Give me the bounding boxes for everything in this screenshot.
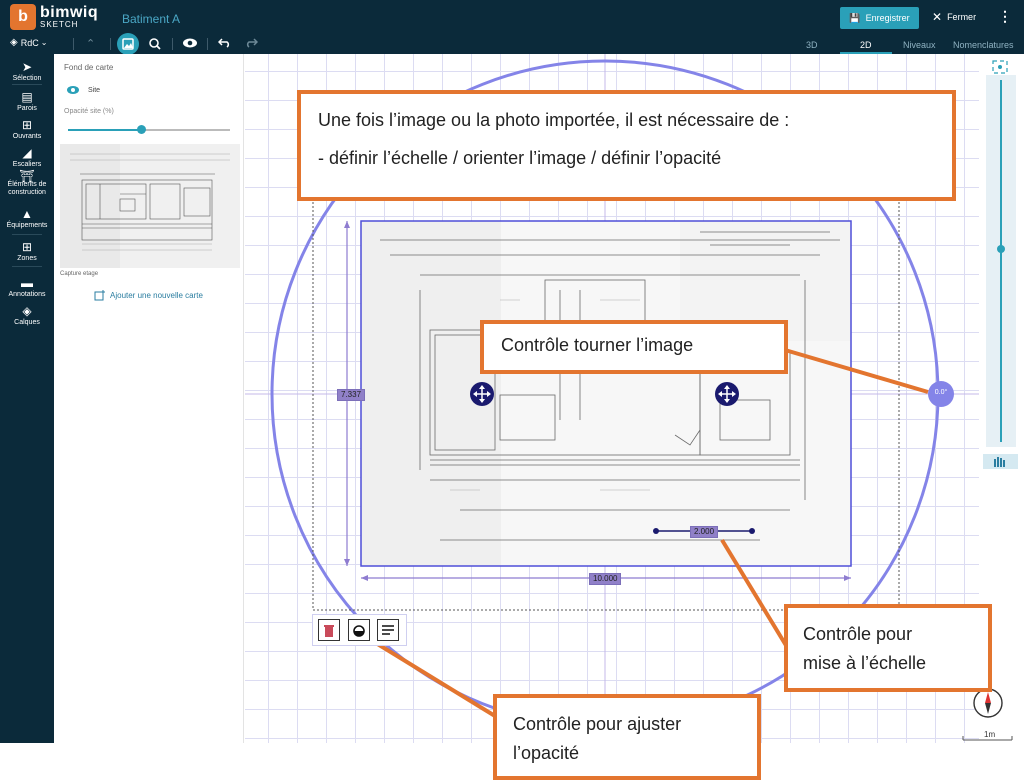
- opacity-drop-icon: [353, 625, 365, 637]
- scale-bar-label: 1m: [984, 730, 996, 739]
- compass-icon[interactable]: [973, 688, 1003, 718]
- image-tools-group: [312, 614, 407, 646]
- callout-scale-line1: Contrôle pour: [803, 624, 913, 644]
- opacity-control-button[interactable]: [348, 619, 370, 641]
- callout-opacity-line1: Contrôle pour ajuster: [513, 714, 682, 734]
- callout-intro-line2: - définir l’échelle / orienter l’image /…: [318, 147, 722, 168]
- zoom-slider-knob[interactable]: [997, 245, 1005, 253]
- callout-opacity-line2: l’opacité: [513, 742, 580, 763]
- scale-handle-left[interactable]: [653, 528, 659, 534]
- rotation-value: 0.0°: [934, 389, 948, 396]
- callout-scale-line2: mise à l’échelle: [803, 652, 927, 673]
- scale-handle-right[interactable]: [749, 528, 755, 534]
- list-icon: [382, 625, 394, 635]
- delete-image-button[interactable]: [318, 619, 340, 641]
- move-handle-right-icon[interactable]: [715, 382, 739, 406]
- callout-rotate: Contrôle tourner l’image: [480, 320, 788, 374]
- image-properties-button[interactable]: [377, 619, 399, 641]
- callout-intro: Une fois l’image ou la photo importée, i…: [297, 90, 956, 201]
- callout-rotate-text: Contrôle tourner l’image: [501, 335, 694, 355]
- callout-opacity: Contrôle pour ajuster l’opacité: [493, 694, 761, 780]
- height-dimension-label: 7.337: [337, 389, 366, 401]
- callout-intro-line1: Une fois l’image ou la photo importée, i…: [318, 110, 790, 130]
- move-handle-left-icon[interactable]: [470, 382, 494, 406]
- trash-icon: [324, 625, 334, 637]
- width-dimension-label: 10.000: [589, 573, 622, 585]
- callout-scale: Contrôle pour mise à l’échelle: [784, 604, 992, 692]
- scale-dimension-label[interactable]: 2.000: [690, 526, 719, 538]
